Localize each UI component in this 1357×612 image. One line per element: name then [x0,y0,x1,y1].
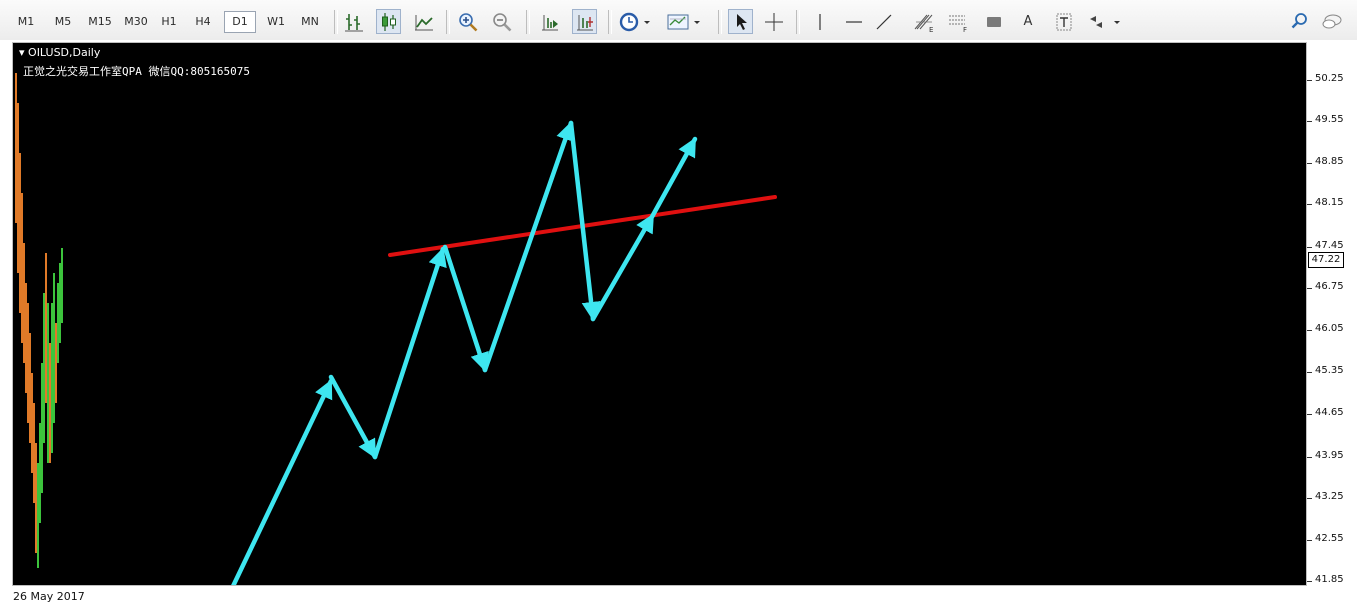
vertical-line-icon[interactable] [808,10,832,34]
timeframe-mn[interactable]: MN [296,12,324,32]
price-tick [1307,121,1312,122]
toolbar-separator [608,10,612,34]
text-label-icon[interactable] [1052,10,1076,34]
date-label: 26 May 2017 [13,590,85,603]
toolbar-separator [334,10,338,34]
price-label: 48.15 [1315,197,1344,208]
time-axis[interactable]: 26 May 2017 [0,586,1307,612]
toolbar-separator [526,10,530,34]
timeframe-m1[interactable]: M1 [14,12,38,32]
chart-symbol-label: ▾ OILUSD,Daily [19,46,101,59]
timeframe-m30[interactable]: M30 [120,12,152,32]
timeframe-m5[interactable]: M5 [48,12,78,32]
price-tick [1307,80,1312,81]
price-label: 49.55 [1315,114,1344,125]
timeframe-m15[interactable]: M15 [84,12,116,32]
price-label: 42.55 [1315,533,1344,544]
bar-chart-icon[interactable] [342,10,366,34]
price-tick [1307,540,1312,541]
timeframe-h1[interactable]: H1 [157,12,181,32]
text-icon[interactable]: A [1016,10,1040,34]
price-tick [1307,163,1312,164]
price-tick [1307,414,1312,415]
timeframe-d1[interactable]: D1 [224,11,256,33]
price-label: 50.25 [1315,73,1344,84]
price-label: 47.45 [1315,240,1344,251]
price-label: 46.75 [1315,281,1344,292]
horizontal-line-icon[interactable] [842,10,866,34]
svg-text:E: E [929,26,933,34]
price-tick [1307,330,1312,331]
price-label: 48.85 [1315,156,1344,167]
price-axis[interactable]: 50.25 49.55 48.85 48.15 47.45 47.22 46.7… [1307,42,1357,586]
toolbar-separator [718,10,722,34]
price-label: 43.25 [1315,491,1344,502]
periods-icon[interactable] [618,10,652,34]
price-tick [1307,498,1312,499]
timeframe-h4[interactable]: H4 [190,12,216,32]
price-tick [1307,204,1312,205]
chat-icon[interactable] [1320,10,1344,34]
current-price-label: 47.22 [1308,252,1344,268]
trendline-icon[interactable] [872,10,896,34]
crosshair-icon[interactable] [762,10,786,34]
candlestick-icon[interactable] [376,9,401,34]
cyan-arrow-path[interactable] [225,120,698,585]
chart-toolbar: M1 M5 M15 M30 H1 H4 D1 W1 MN E F A [0,0,1357,41]
price-tick [1307,581,1312,582]
price-candles [15,73,63,568]
chart-plot-area[interactable]: ▾ OILUSD,Daily 正觉之光交易工作室QPA 微信QQ:8051650… [12,42,1307,586]
price-label: 44.65 [1315,407,1344,418]
toolbar-separator [446,10,450,34]
price-tick [1307,457,1312,458]
auto-scroll-icon[interactable] [572,9,597,34]
timeframe-w1[interactable]: W1 [262,12,290,32]
arrows-icon[interactable] [1086,10,1122,34]
symbol-text: OILUSD,Daily [28,46,101,59]
cursor-icon[interactable] [728,9,753,34]
chart-window: ▾ OILUSD,Daily 正觉之光交易工作室QPA 微信QQ:8051650… [0,40,1357,612]
price-label: 46.05 [1315,323,1344,334]
zoom-out-icon[interactable] [490,10,514,34]
svg-text:F: F [963,26,967,34]
toolbar-separator [796,10,800,34]
price-label: 43.95 [1315,450,1344,461]
price-tick [1307,288,1312,289]
templates-icon[interactable] [666,10,702,34]
rectangle-icon[interactable] [982,10,1006,34]
chart-shift-icon[interactable] [538,10,562,34]
price-tick [1307,247,1312,248]
price-label: 45.35 [1315,365,1344,376]
price-tick [1307,372,1312,373]
fibonacci-icon[interactable]: E [912,10,936,34]
price-label: 41.85 [1315,574,1344,585]
fibo-expansion-icon[interactable]: F [946,10,970,34]
zoom-in-icon[interactable] [456,10,480,34]
search-icon[interactable] [1288,10,1312,34]
chart-caption: 正觉之光交易工作室QPA 微信QQ:805165075 [23,65,250,78]
line-chart-icon[interactable] [412,10,436,34]
